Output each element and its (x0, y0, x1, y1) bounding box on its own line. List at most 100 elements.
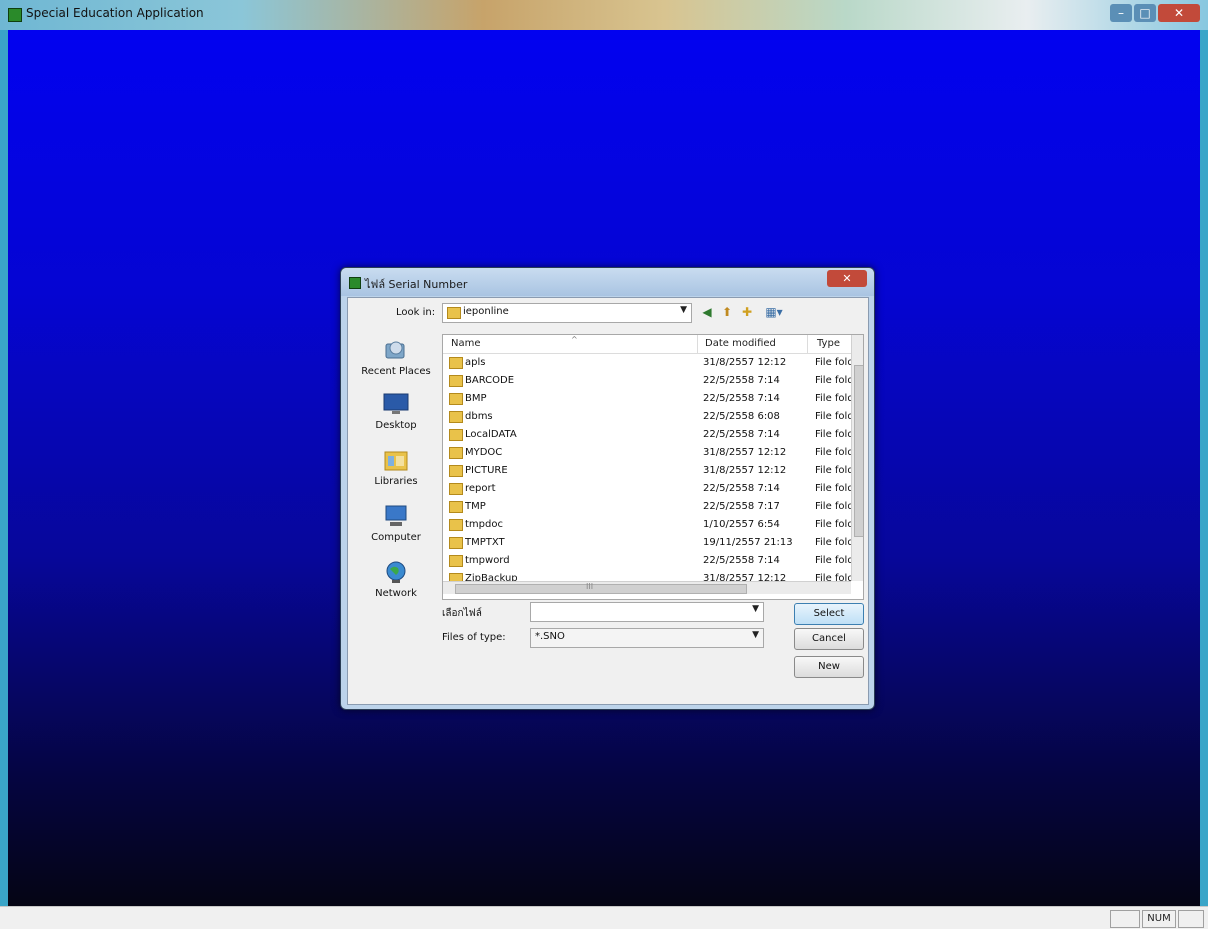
row-type: File folder (815, 429, 851, 440)
row-type: File folder (815, 555, 851, 566)
file-open-dialog: ไฟล์ Serial Number ✕ Look in: ieponline … (340, 267, 875, 710)
vertical-scroll-thumb[interactable] (854, 365, 863, 537)
place-computer[interactable]: Computer (358, 504, 434, 556)
table-row[interactable]: tmpword 22/5/2558 7:14 File folder (443, 552, 851, 570)
row-type: File folder (815, 411, 851, 422)
horizontal-scrollbar[interactable]: III (443, 581, 851, 594)
computer-icon (382, 504, 410, 528)
place-libraries[interactable]: Libraries (358, 448, 434, 500)
status-cell-empty-2 (1178, 910, 1204, 928)
title-bar[interactable]: Special Education Application – □ ✕ (0, 0, 1208, 30)
column-separator (697, 335, 698, 353)
table-row[interactable]: TMPTXT 19/11/2557 21:13 File folder (443, 534, 851, 552)
back-icon[interactable]: ◀ (700, 305, 714, 319)
table-row[interactable]: BMP 22/5/2558 7:14 File folder (443, 390, 851, 408)
row-date: 22/5/2558 7:14 (703, 375, 780, 386)
list-header: Name ^ Date modified Type (443, 335, 863, 354)
sort-arrow-icon: ^ (571, 335, 578, 344)
table-row[interactable]: report 22/5/2558 7:14 File folder (443, 480, 851, 498)
minimize-button[interactable]: – (1110, 4, 1132, 22)
folder-icon (449, 411, 463, 423)
folder-icon (449, 375, 463, 387)
cancel-button[interactable]: Cancel (794, 628, 864, 650)
row-name: TMPTXT (465, 537, 505, 548)
row-date: 19/11/2557 21:13 (703, 537, 793, 548)
dialog-title-bar[interactable]: ไฟล์ Serial Number ✕ (341, 268, 874, 296)
vertical-scrollbar[interactable] (851, 335, 863, 581)
desktop-icon (382, 392, 410, 416)
column-date-header[interactable]: Date modified (705, 338, 776, 349)
recent-places-icon (382, 338, 410, 362)
dialog-close-button[interactable]: ✕ (827, 270, 867, 287)
dialog-app-icon (349, 277, 361, 289)
app-icon (8, 8, 22, 22)
chevron-down-icon: ▼ (680, 305, 687, 315)
new-button[interactable]: New (794, 656, 864, 678)
row-name: tmpword (465, 555, 510, 566)
table-row[interactable]: apls 31/8/2557 12:12 File folder (443, 354, 851, 372)
filetype-label: Files of type: (442, 632, 506, 643)
close-button[interactable]: ✕ (1158, 4, 1200, 22)
select-button[interactable]: Select (794, 603, 864, 625)
row-type: File folder (815, 393, 851, 404)
folder-icon (449, 393, 463, 405)
folder-icon (447, 307, 461, 319)
maximize-button[interactable]: □ (1134, 4, 1156, 22)
filetype-value: *.SNO (535, 631, 565, 642)
network-icon (382, 560, 410, 584)
table-row[interactable]: BARCODE 22/5/2558 7:14 File folder (443, 372, 851, 390)
folder-icon (449, 537, 463, 549)
place-label: Libraries (374, 476, 418, 487)
row-date: 22/5/2558 7:17 (703, 501, 780, 512)
status-bar: NUM (0, 906, 1208, 929)
table-row[interactable]: PICTURE 31/8/2557 12:12 File folder (443, 462, 851, 480)
filetype-select[interactable]: *.SNO ▼ (530, 628, 764, 648)
table-row[interactable]: dbms 22/5/2558 6:08 File folder (443, 408, 851, 426)
places-bar: Recent Places Desktop Libraries Computer (358, 338, 434, 608)
up-folder-icon[interactable]: ⬆ (720, 305, 734, 319)
dialog-title: ไฟล์ Serial Number (365, 278, 468, 291)
file-list[interactable]: Name ^ Date modified Type apls 31/8/2557 … (442, 334, 864, 600)
scroll-grip: III (586, 582, 594, 591)
look-in-combo[interactable]: ieponline ▼ (442, 303, 692, 323)
chevron-down-icon[interactable]: ▼ (752, 604, 759, 614)
place-desktop[interactable]: Desktop (358, 392, 434, 444)
place-recent-places[interactable]: Recent Places (358, 338, 434, 390)
look-in-label: Look in: (396, 307, 436, 318)
table-row[interactable]: TMP 22/5/2558 7:17 File folder (443, 498, 851, 516)
chevron-down-icon[interactable]: ▼ (752, 630, 759, 640)
place-label: Recent Places (361, 366, 431, 377)
dialog-body: Look in: ieponline ▼ ◀ ⬆ ✚ ▦▾ Recent Pla… (347, 297, 869, 705)
table-row[interactable]: MYDOC 31/8/2557 12:12 File folder (443, 444, 851, 462)
row-name: report (465, 483, 496, 494)
row-date: 22/5/2558 7:14 (703, 483, 780, 494)
filename-input[interactable] (535, 604, 739, 620)
place-label: Desktop (375, 420, 417, 431)
row-type: File folder (815, 357, 851, 368)
view-menu-icon[interactable]: ▦▾ (762, 305, 786, 319)
folder-icon (449, 447, 463, 459)
row-name: TMP (465, 501, 486, 512)
row-type: File folder (815, 465, 851, 476)
table-row[interactable]: tmpdoc 1/10/2557 6:54 File folder (443, 516, 851, 534)
place-label: Network (375, 588, 417, 599)
row-type: File folder (815, 375, 851, 386)
column-type-header[interactable]: Type (817, 338, 840, 349)
libraries-icon (382, 448, 410, 472)
row-type: File folder (815, 501, 851, 512)
new-folder-icon[interactable]: ✚ (740, 305, 754, 319)
row-date: 31/8/2557 12:12 (703, 465, 787, 476)
filename-combo[interactable]: ▼ (530, 602, 764, 622)
place-label: Computer (371, 532, 421, 543)
table-row[interactable]: LocalDATA 22/5/2558 7:14 File folder (443, 426, 851, 444)
horizontal-scroll-thumb[interactable]: III (455, 582, 747, 594)
look-in-value: ieponline (463, 306, 509, 317)
row-name: LocalDATA (465, 429, 517, 440)
row-type: File folder (815, 519, 851, 530)
status-num: NUM (1142, 910, 1176, 928)
place-network[interactable]: Network (358, 560, 434, 612)
folder-icon (449, 357, 463, 369)
row-name: PICTURE (465, 465, 508, 476)
status-cell-empty (1110, 910, 1140, 928)
column-name-header[interactable]: Name (451, 338, 481, 349)
